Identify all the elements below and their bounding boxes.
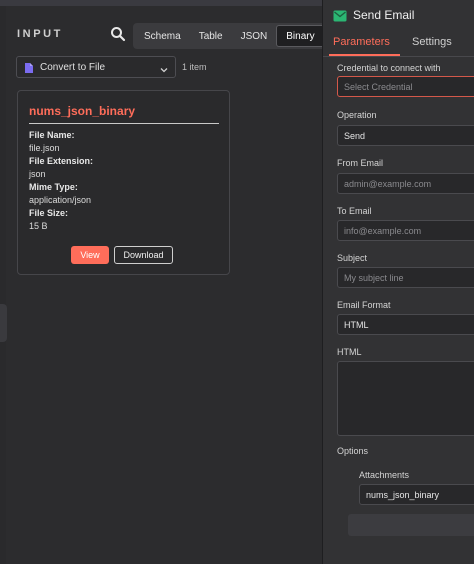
input-panel: INPUT Schema Table JSON Binary Convert t… [6, 6, 327, 564]
download-button[interactable]: Download [114, 246, 173, 264]
file-size-value: 15 B [29, 221, 48, 231]
operation-value: Send [344, 130, 366, 141]
tab-table[interactable]: Table [190, 25, 232, 47]
output-view-tabs: Schema Table JSON Binary [133, 23, 327, 49]
tab-json[interactable]: JSON [232, 25, 277, 47]
node-header: Send Email [333, 8, 414, 22]
input-panel-title: INPUT [17, 28, 63, 40]
from-email-field[interactable]: admin@example.com [337, 173, 474, 194]
file-size-label: File Size: [29, 208, 69, 218]
input-node-select[interactable]: Convert to File [16, 56, 176, 78]
from-email-label: From Email [337, 158, 384, 168]
mime-type-value: application/json [29, 195, 92, 205]
email-format-value: HTML [344, 319, 369, 330]
options-label: Options [337, 446, 369, 456]
file-name-value: file.json [29, 143, 60, 153]
credential-placeholder: Select Credential [344, 81, 413, 92]
from-email-placeholder: admin@example.com [344, 178, 432, 189]
tab-binary[interactable]: Binary [276, 25, 325, 47]
binary-data-card: nums_json_binary File Name: file.json Fi… [17, 90, 230, 275]
operation-select[interactable]: Send [337, 125, 474, 146]
tab-schema[interactable]: Schema [135, 25, 190, 47]
input-node-select-value: Convert to File [40, 61, 106, 73]
convert-to-file-icon [23, 61, 35, 73]
email-format-label: Email Format [337, 300, 391, 310]
tabs-divider [323, 56, 474, 57]
subject-field[interactable]: My subject line [337, 267, 474, 288]
html-label: HTML [337, 347, 362, 357]
to-email-field[interactable]: info@example.com [337, 220, 474, 241]
email-format-select[interactable]: HTML [337, 314, 474, 335]
search-icon[interactable] [110, 26, 126, 42]
credential-select[interactable]: Select Credential [337, 76, 474, 97]
chevron-down-icon [159, 62, 169, 73]
binary-property-name: nums_json_binary [29, 104, 136, 118]
subject-placeholder: My subject line [344, 272, 404, 283]
item-count: 1 item [182, 62, 207, 72]
view-button[interactable]: View [71, 246, 109, 264]
add-option-button[interactable] [348, 514, 474, 536]
to-email-label: To Email [337, 206, 372, 216]
file-name-label: File Name: [29, 130, 75, 140]
file-extension-label: File Extension: [29, 156, 94, 166]
file-extension-value: json [29, 169, 46, 179]
subject-label: Subject [337, 253, 368, 263]
tab-settings[interactable]: Settings [412, 36, 452, 48]
panel-drag-handle[interactable] [0, 304, 7, 342]
to-email-placeholder: info@example.com [344, 225, 422, 236]
node-parameters-panel: Send Email Parameters Settings Credentia… [322, 0, 474, 564]
attachments-field[interactable]: nums_json_binary [359, 484, 474, 505]
html-editor[interactable] [337, 361, 474, 436]
mail-icon [333, 9, 347, 22]
credential-label: Credential to connect with [337, 63, 441, 73]
operation-label: Operation [337, 110, 377, 120]
tab-parameters[interactable]: Parameters [333, 36, 390, 48]
attachments-label: Attachments [359, 470, 410, 480]
card-divider [29, 123, 219, 124]
binary-metadata: File Name: file.json File Extension: jso… [29, 129, 93, 233]
mime-type-label: Mime Type: [29, 182, 78, 192]
node-title: Send Email [353, 8, 415, 22]
